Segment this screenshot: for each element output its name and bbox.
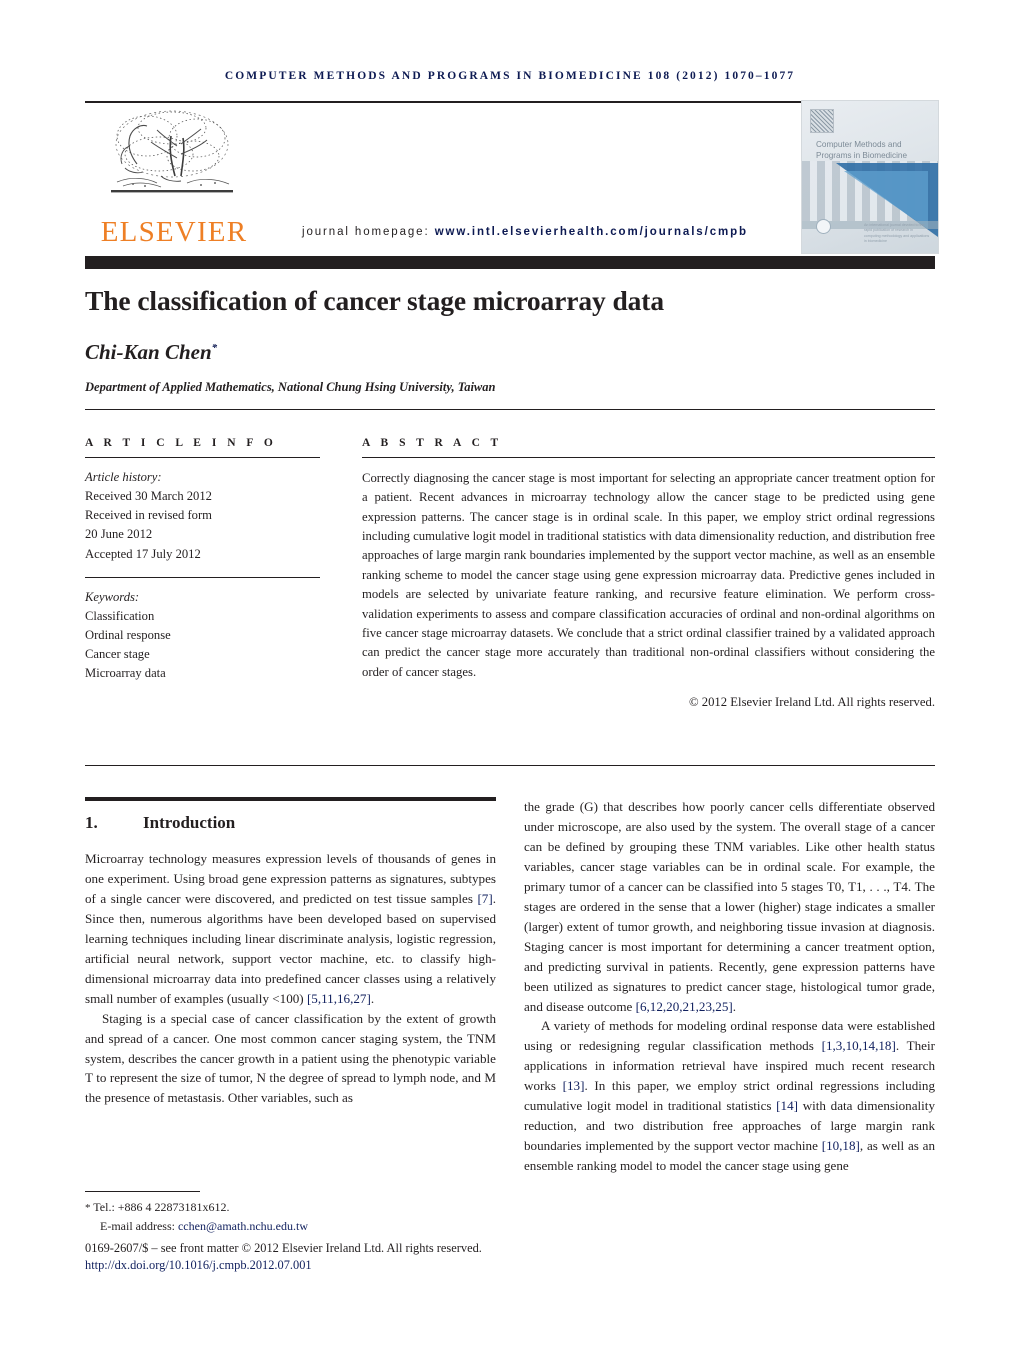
citation-ref[interactable]: [7]	[477, 891, 492, 906]
section-title: Introduction	[143, 813, 236, 832]
cover-title: Computer Methods and Programs in Biomedi…	[816, 140, 908, 161]
imprint-line: 0169-2607/$ – see front matter © 2012 El…	[85, 1241, 482, 1255]
author-footnote-mark[interactable]: *	[212, 342, 218, 354]
paragraph: Microarray technology measures expressio…	[85, 851, 496, 1006]
email-label: E-mail address:	[100, 1218, 175, 1233]
history-item: Received in revised form	[85, 508, 212, 523]
doi-link[interactable]: http://dx.doi.org/10.1016/j.cmpb.2012.07…	[85, 1258, 645, 1273]
section-number: 1.	[85, 813, 98, 832]
article-page: COMPUTER METHODS AND PROGRAMS IN BIOMEDI…	[0, 0, 1020, 1351]
section-heading-introduction: 1. Introduction	[85, 813, 496, 833]
footnote-tel-line: * Tel.: +886 4 22873181x612.	[85, 1198, 515, 1217]
article-info-heading-rule	[85, 457, 320, 458]
journal-homepage-line: journal homepage: www.intl.elsevierhealt…	[260, 226, 790, 238]
abstract-heading-rule	[362, 457, 935, 458]
history-item: 20 June 2012	[85, 527, 153, 542]
citation-ref[interactable]: [13]	[563, 1078, 585, 1093]
citation-ref[interactable]: [6,12,20,21,23,25]	[636, 999, 733, 1014]
paragraph: the grade (G) that describes how poorly …	[524, 799, 935, 1014]
footnote-block: * Tel.: +886 4 22873181x612. E-mail addr…	[85, 1198, 515, 1235]
elsevier-logo: ELSEVIER	[89, 106, 259, 251]
footnote-tel: Tel.: +886 4 22873181x612.	[93, 1200, 230, 1214]
paragraph: Staging is a special case of cancer clas…	[85, 1010, 496, 1106]
title-divider	[85, 409, 935, 410]
article-history-block: Article history: Received 30 March 2012 …	[85, 468, 320, 564]
masthead: ELSEVIER journal homepage: www.intl.else…	[85, 100, 939, 254]
article-info-column: A R T I C L E I N F O Article history: R…	[85, 437, 320, 683]
abstract-bottom-divider	[85, 765, 935, 766]
keywords-label: Keywords:	[85, 589, 140, 604]
journal-cover-thumbnail: Computer Methods and Programs in Biomedi…	[801, 100, 939, 254]
citation-ref[interactable]: [10,18]	[822, 1138, 860, 1153]
journal-homepage-url[interactable]: www.intl.elsevierhealth.com/journals/cmp…	[435, 226, 748, 238]
paragraph: A variety of methods for modeling ordina…	[524, 1018, 936, 1174]
author-line: Chi-Kan Chen*	[85, 340, 935, 365]
keyword-item: Cancer stage	[85, 647, 150, 662]
elsevier-tree-icon	[111, 110, 233, 193]
cover-footer-text: An international journal devoted to the …	[864, 223, 930, 244]
citation-ref[interactable]: [14]	[776, 1098, 798, 1113]
keywords-block: Keywords: Classification Ordinal respons…	[85, 588, 320, 684]
affiliation: Department of Applied Mathematics, Natio…	[85, 380, 496, 394]
elsevier-wordmark: ELSEVIER	[100, 216, 248, 248]
history-item: Accepted 17 July 2012	[85, 546, 201, 561]
masthead-bottom-bar	[85, 256, 935, 269]
body-column-right: the grade (G) that describes how poorly …	[524, 797, 935, 1176]
running-head: COMPUTER METHODS AND PROGRAMS IN BIOMEDI…	[224, 70, 796, 82]
abstract-heading: A B S T R A C T	[362, 437, 503, 449]
abstract-column: A B S T R A C T Correctly diagnosing the…	[362, 437, 935, 710]
journal-homepage-label: journal homepage:	[302, 226, 430, 238]
keyword-item: Microarray data	[85, 666, 166, 681]
email-link[interactable]: cchen@amath.nchu.edu.tw	[178, 1219, 308, 1233]
keyword-item: Classification	[85, 608, 155, 623]
cover-dot	[816, 219, 831, 234]
history-item: Received 30 March 2012	[85, 489, 212, 504]
citation-ref[interactable]: [5,11,16,27]	[307, 991, 371, 1006]
citation-ref[interactable]: [1,3,10,14,18]	[822, 1038, 896, 1053]
abstract-copyright: © 2012 Elsevier Ireland Ltd. All rights …	[688, 694, 935, 709]
body-column-left: 1. Introduction Microarray technology mea…	[85, 797, 496, 1108]
footnote-email-line: E-mail address: cchen@amath.nchu.edu.tw	[85, 1217, 515, 1235]
footnote-mark: *	[85, 1202, 91, 1214]
article-history-label: Article history:	[85, 470, 162, 484]
footnote-divider	[85, 1191, 200, 1192]
section-bar	[85, 797, 496, 801]
cover-elsevier-mark-icon	[810, 109, 834, 133]
article-info-divider	[85, 576, 320, 578]
abstract-text: Correctly diagnosing the cancer stage is…	[362, 471, 935, 679]
author-name: Chi-Kan Chen	[85, 340, 212, 364]
article-info-heading: A R T I C L E I N F O	[85, 437, 277, 449]
page-title: The classification of cancer stage micro…	[85, 285, 664, 316]
keyword-item: Ordinal response	[85, 627, 171, 642]
